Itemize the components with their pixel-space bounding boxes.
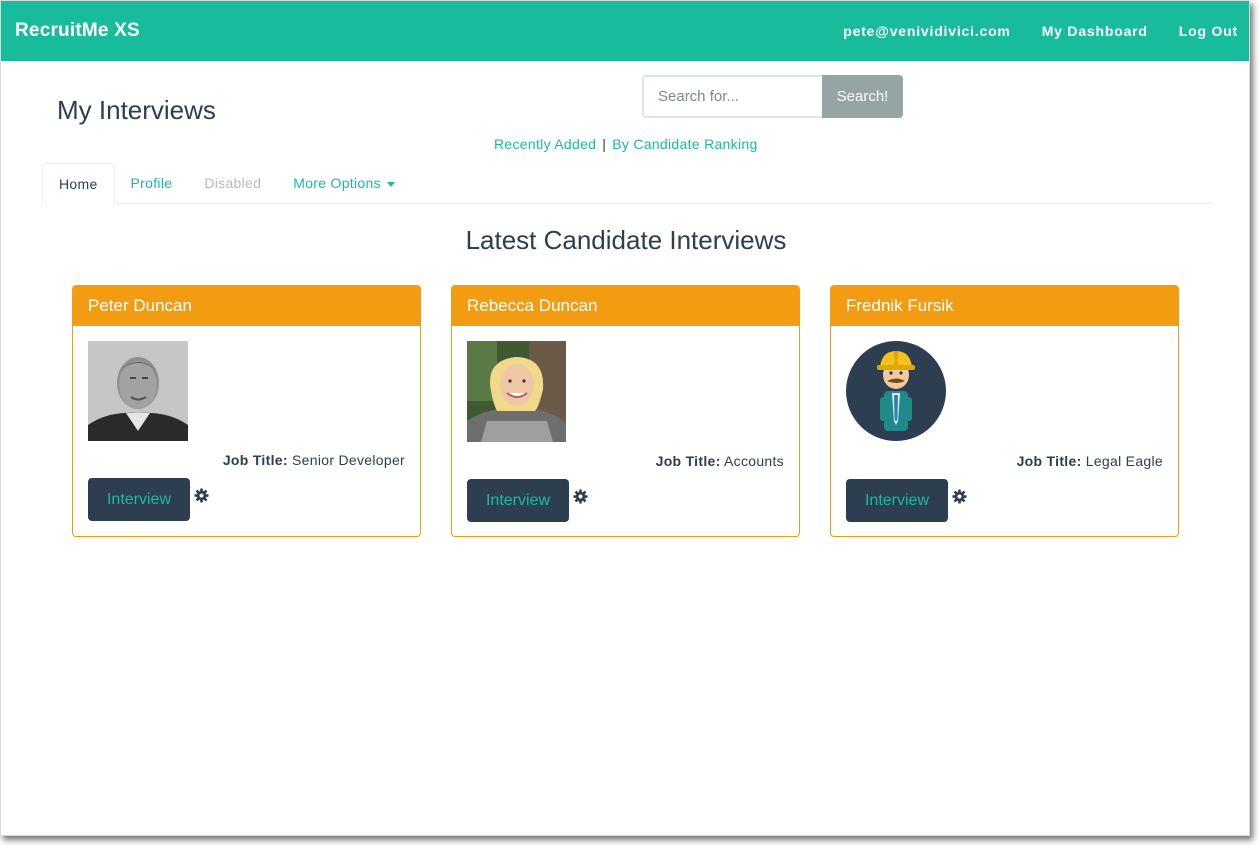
candidate-ranking-link[interactable]: By Candidate Ranking xyxy=(612,136,757,152)
candidate-name: Rebecca Duncan xyxy=(452,286,799,326)
tab-home[interactable]: Home xyxy=(42,163,115,205)
gear-icon[interactable] xyxy=(952,489,967,504)
gear-icon[interactable] xyxy=(573,489,588,504)
search-form: Search! xyxy=(642,75,903,118)
tab-more-options[interactable]: More Options xyxy=(277,163,411,204)
job-title-value: Legal Eagle xyxy=(1085,453,1163,469)
hardhat-character-icon xyxy=(846,341,946,441)
brand-logo[interactable]: RecruitMe XS xyxy=(15,20,140,42)
interview-button[interactable]: Interview xyxy=(88,478,190,521)
nav-tabs: Home Profile Disabled More Options xyxy=(42,163,1212,205)
search-input[interactable] xyxy=(642,75,822,118)
job-title-line: Job Title: Accounts xyxy=(656,453,784,469)
nav-links: pete@venividivici.com My Dashboard Log O… xyxy=(843,23,1238,39)
tab-profile[interactable]: Profile xyxy=(115,163,189,204)
candidate-card: Peter Duncan Job Title: Senior Developer… xyxy=(72,285,421,537)
candidate-card: Rebecca Duncan Job Title: Accounts Inter… xyxy=(451,285,800,537)
job-title-value: Accounts xyxy=(724,453,784,469)
candidate-cards: Peter Duncan Job Title: Senior Developer… xyxy=(72,285,1179,537)
job-title-label: Job Title: xyxy=(1016,453,1082,469)
job-title-label: Job Title: xyxy=(222,452,288,468)
candidate-photo xyxy=(467,341,566,442)
sort-links: Recently Added | By Candidate Ranking xyxy=(494,136,758,152)
top-navbar: RecruitMe XS pete@venividivici.com My Da… xyxy=(1,1,1249,61)
log-out-link[interactable]: Log Out xyxy=(1179,23,1238,39)
interview-button[interactable]: Interview xyxy=(846,479,948,522)
tab-disabled: Disabled xyxy=(204,175,262,191)
app-window: RecruitMe XS pete@venividivici.com My Da… xyxy=(0,0,1250,836)
candidate-name: Peter Duncan xyxy=(73,286,420,326)
caret-down-icon xyxy=(386,181,395,187)
interview-button[interactable]: Interview xyxy=(467,479,569,522)
sort-separator: | xyxy=(602,136,607,152)
job-title-value: Senior Developer xyxy=(292,452,405,468)
search-button[interactable]: Search! xyxy=(822,75,903,118)
candidate-card: Frednik Fursik Job Title: Legal Eagle In… xyxy=(830,285,1179,537)
recently-added-link[interactable]: Recently Added xyxy=(494,136,596,152)
job-title-line: Job Title: Senior Developer xyxy=(223,452,405,468)
job-title-label: Job Title: xyxy=(655,453,721,469)
tab-more-options-label: More Options xyxy=(293,175,381,191)
candidate-name: Frednik Fursik xyxy=(831,286,1178,326)
section-title: Latest Candidate Interviews xyxy=(465,225,787,255)
my-dashboard-link[interactable]: My Dashboard xyxy=(1042,23,1148,39)
gear-icon[interactable] xyxy=(194,488,209,503)
page-title: My Interviews xyxy=(57,95,216,125)
candidate-photo xyxy=(88,341,188,441)
job-title-line: Job Title: Legal Eagle xyxy=(1017,453,1163,469)
user-email-link[interactable]: pete@venividivici.com xyxy=(843,23,1010,39)
